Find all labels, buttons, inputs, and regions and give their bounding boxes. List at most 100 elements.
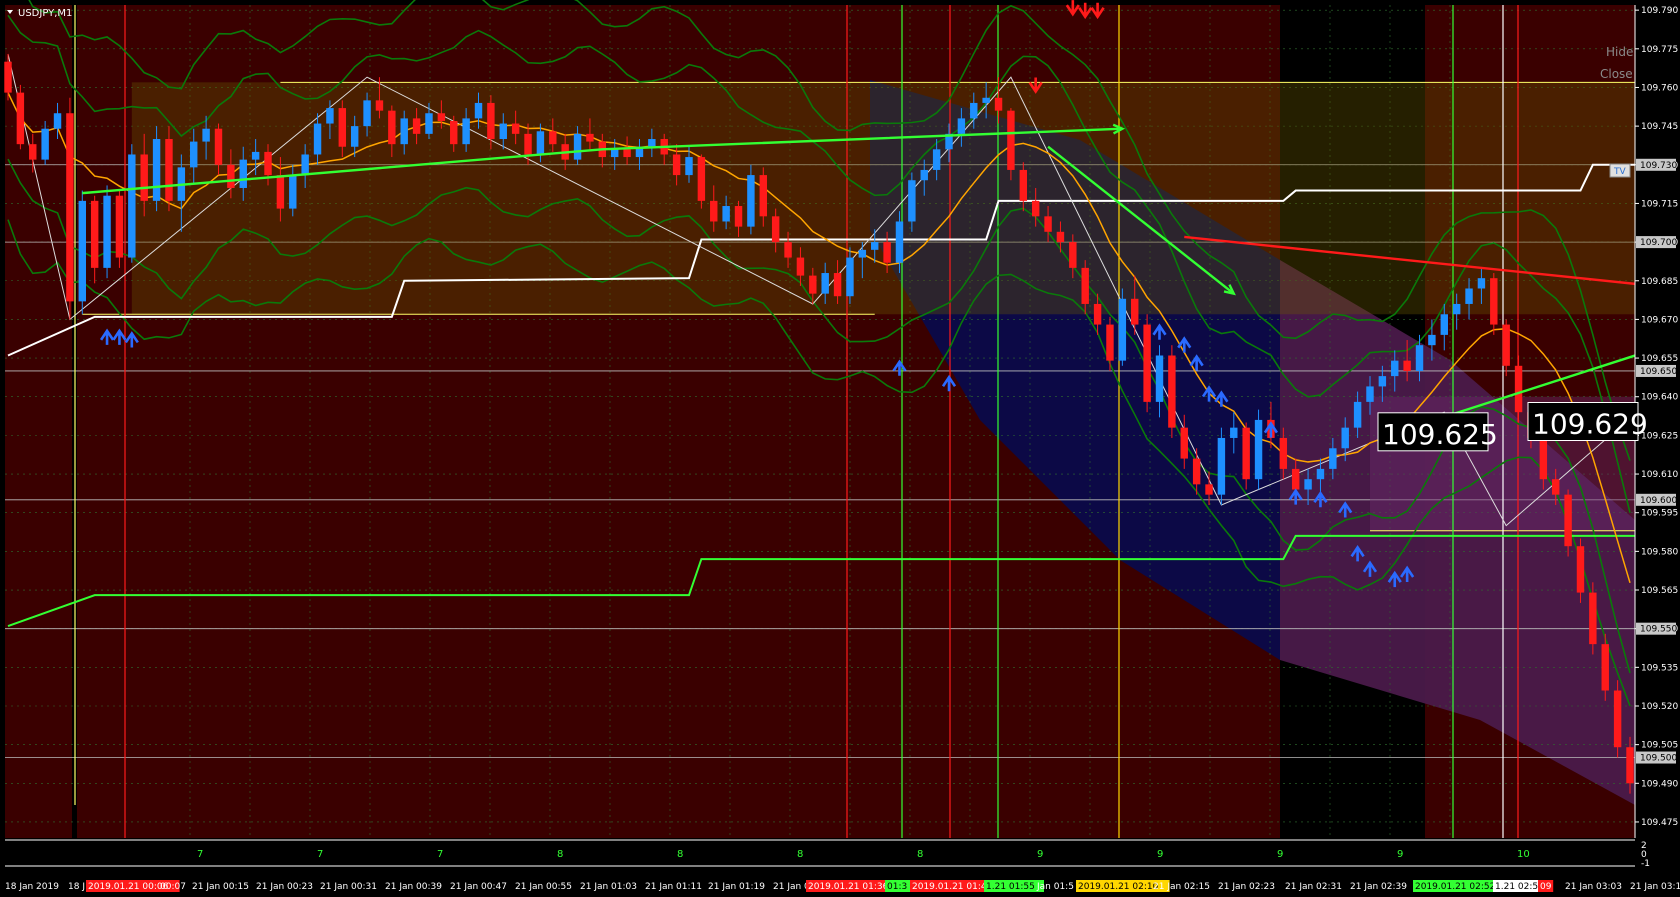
- candle-body: [1118, 298, 1127, 361]
- time-label: 21 Jan 02:15: [1153, 882, 1210, 892]
- candle-body: [437, 113, 446, 121]
- candle-body: [1093, 303, 1102, 325]
- candle-body: [846, 257, 854, 297]
- candle-body: [957, 118, 966, 134]
- time-axis: 18 Jan 2019 18 J 2019.01.21 00:0600:07 21 J…: [5, 880, 1680, 892]
- candle-body: [16, 92, 25, 145]
- candle-body: [41, 128, 49, 160]
- candle-body: [1403, 360, 1411, 371]
- y-tick-label: 109.655: [1641, 354, 1678, 364]
- time-label: 21 Jan 01:03: [580, 882, 637, 892]
- y-tick-label: 109.475: [1641, 818, 1678, 828]
- tv-button[interactable]: TV: [1609, 163, 1631, 178]
- candle-body: [970, 102, 978, 119]
- time-label: 2019.01.21 02:10: [1078, 882, 1159, 892]
- candle-body: [1254, 419, 1263, 480]
- candle-body: [623, 149, 631, 158]
- time-label: 21 Jan 02:23: [1218, 882, 1275, 892]
- time-label: 18 J: [68, 882, 85, 892]
- symbol-label: USDJPY,M1: [18, 8, 72, 19]
- candle-body: [214, 128, 223, 165]
- candle-body: [462, 118, 470, 145]
- hour-digit: 7: [317, 849, 323, 860]
- candle-body: [821, 273, 829, 294]
- candle-body: [152, 139, 161, 201]
- candle-body: [858, 249, 867, 258]
- hour-digit: 10: [1517, 849, 1530, 860]
- price-label: 109.625: [1377, 412, 1498, 452]
- y-tick-label: 109.640: [1641, 393, 1678, 403]
- candle-body: [264, 151, 272, 176]
- candle-body: [115, 195, 124, 258]
- candle-body: [883, 242, 891, 263]
- candle-body: [1304, 479, 1312, 490]
- candle-body: [586, 133, 594, 142]
- candle-body: [388, 110, 396, 145]
- candle-body: [1490, 278, 1498, 325]
- y-tick-label: 109.745: [1641, 122, 1678, 132]
- candle-body: [982, 97, 990, 103]
- candle-body: [1056, 231, 1065, 243]
- candle-body: [722, 206, 730, 222]
- candle-body: [524, 133, 532, 155]
- y-tick-label: 109.685: [1641, 277, 1678, 287]
- candle-body: [1019, 169, 1028, 201]
- time-label: 1.21 02:58: [1495, 882, 1544, 892]
- candle-body: [1044, 216, 1052, 232]
- candle-body: [1205, 484, 1213, 495]
- time-label: 21 Jan 00:47: [450, 882, 507, 892]
- time-label: 2019.01.21 02:52: [1415, 882, 1495, 892]
- price-badge-label: 109.600: [1640, 496, 1677, 506]
- tv-button-label: TV: [1613, 167, 1626, 177]
- candle-body: [165, 139, 173, 201]
- time-label: 21 Jan 01:11: [645, 882, 702, 892]
- y-tick-label: 109.775: [1641, 45, 1678, 55]
- candle-body: [326, 108, 334, 124]
- candle-body: [549, 131, 557, 145]
- time-label: Jan 01:5: [1036, 882, 1074, 892]
- candle-body: [400, 118, 408, 145]
- time-label: 21 Jan 00:23: [256, 882, 313, 892]
- candle-body: [338, 108, 347, 147]
- candle-body: [908, 180, 916, 222]
- price-badge-label: 109.550: [1640, 625, 1677, 635]
- candle-body: [350, 126, 359, 147]
- hour-digit: 9: [1037, 849, 1043, 860]
- time-label: 21 Jan 03:11: [1630, 882, 1680, 892]
- candle-body: [301, 154, 309, 176]
- time-label: 21 Jan 03:03: [1565, 882, 1622, 892]
- candle-body: [375, 100, 384, 111]
- y-tick-label: 109.610: [1641, 470, 1678, 480]
- time-label: 21 Jan 00:39: [385, 882, 442, 892]
- candle-body: [1279, 437, 1288, 469]
- candle-body: [1551, 479, 1560, 495]
- time-label: 2019.01.21 01:36: [808, 882, 889, 892]
- candle-body: [1366, 386, 1374, 402]
- candle-body: [697, 157, 706, 201]
- price-badge-label: 109.500: [1640, 754, 1677, 764]
- candle-body: [1613, 690, 1622, 748]
- chart-canvas[interactable]: 109.790 109.775 109.760 109.745 109.730 109.7…: [0, 0, 1680, 897]
- hide-button[interactable]: Hide: [1606, 45, 1633, 59]
- candle-body: [809, 275, 817, 294]
- y-tick-label: 109.490: [1641, 779, 1678, 789]
- candle-body: [771, 216, 780, 243]
- candle-body: [1069, 242, 1077, 268]
- candle-body: [536, 131, 545, 155]
- candle-body: [227, 164, 235, 188]
- close-button[interactable]: Close: [1600, 67, 1633, 81]
- candle-body: [994, 97, 1003, 111]
- candle-body: [90, 200, 99, 268]
- candle-body: [190, 141, 198, 168]
- price-label-text: 109.629: [1532, 408, 1648, 441]
- hour-digit: 8: [557, 849, 563, 860]
- candle-body: [313, 123, 322, 155]
- candle-body: [103, 195, 111, 268]
- price-chart[interactable]: 109.790 109.775 109.760 109.745 109.730 109.7…: [0, 0, 1680, 897]
- y-tick-label: 109.790: [1641, 6, 1678, 16]
- candle-body: [1242, 427, 1250, 480]
- hour-digit: 8: [917, 849, 923, 860]
- candle-body: [29, 144, 37, 160]
- hour-digit: 7: [437, 849, 443, 860]
- candle-body: [1031, 200, 1040, 217]
